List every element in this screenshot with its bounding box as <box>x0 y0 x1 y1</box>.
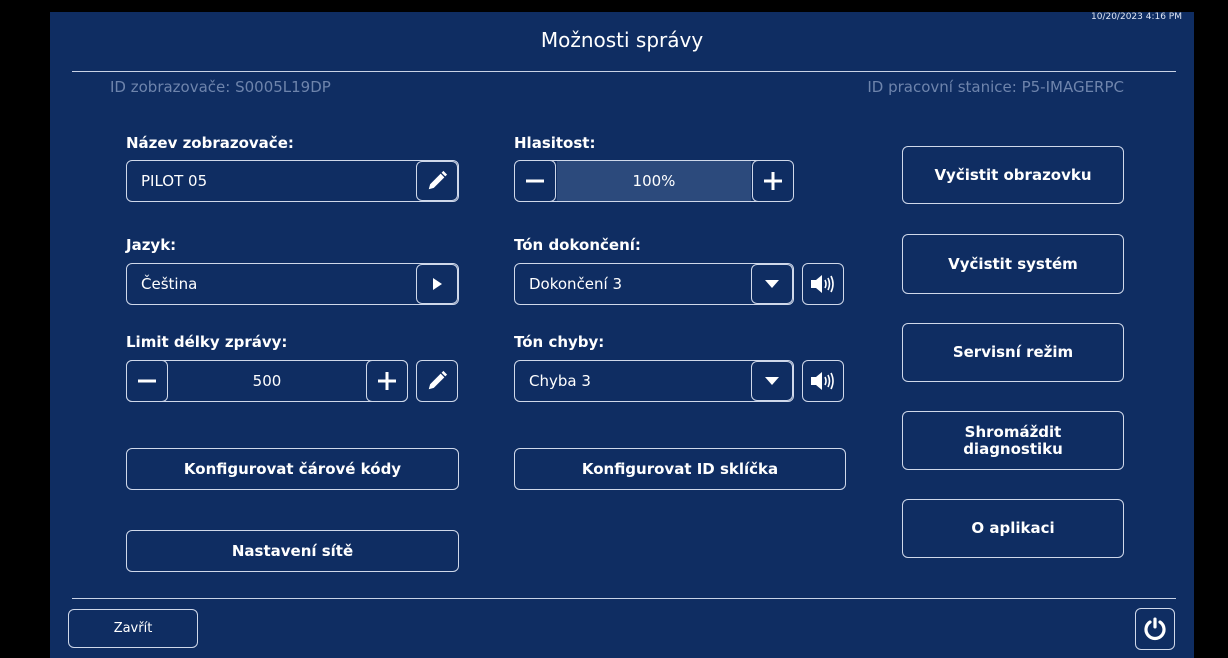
error-tone-play-button[interactable] <box>802 360 844 402</box>
viewer-name-label: Název zobrazovače: <box>126 134 294 152</box>
edit-viewer-name-button[interactable] <box>416 161 458 201</box>
completion-tone-value: Dokončení 3 <box>529 275 623 293</box>
edit-message-limit-button[interactable] <box>416 360 458 402</box>
dropdown-arrow-icon <box>764 376 780 386</box>
speaker-icon <box>810 370 836 392</box>
completion-tone-dropdown-button[interactable] <box>751 264 793 304</box>
speaker-icon <box>810 273 836 295</box>
timestamp: 10/20/2023 4:16 PM <box>1091 12 1182 22</box>
service-mode-button[interactable]: Servisní režim <box>902 323 1124 382</box>
error-tone-label: Tón chyby: <box>514 333 605 351</box>
plus-icon <box>763 171 783 191</box>
minus-icon <box>525 171 545 191</box>
workstation-id: ID pracovní stanice: P5-IMAGERPC <box>867 78 1124 96</box>
network-settings-button[interactable]: Nastavení sítě <box>126 530 459 572</box>
volume-label: Hlasitost: <box>514 134 596 152</box>
language-field[interactable]: Čeština <box>126 263 459 305</box>
viewer-name-value: PILOT 05 <box>141 172 208 190</box>
collect-diagnostics-button[interactable]: Shromáždit diagnostiku <box>902 411 1124 470</box>
volume-stepper[interactable]: 100% <box>514 160 794 202</box>
volume-value: 100% <box>557 161 751 201</box>
language-next-button[interactable] <box>416 264 458 304</box>
language-label: Jazyk: <box>126 236 177 254</box>
page-title: Možnosti správy <box>540 28 704 52</box>
error-tone-value: Chyba 3 <box>529 372 591 390</box>
message-limit-plus-button[interactable] <box>366 360 408 402</box>
pencil-icon <box>426 370 448 392</box>
top-divider <box>72 71 1176 72</box>
dropdown-arrow-icon <box>764 279 780 289</box>
message-limit-minus-button[interactable] <box>126 360 168 402</box>
bottom-divider <box>72 598 1176 599</box>
about-button[interactable]: O aplikaci <box>902 499 1124 558</box>
message-limit-stepper[interactable]: 500 <box>126 360 408 402</box>
completion-tone-label: Tón dokončení: <box>514 236 641 254</box>
configure-barcodes-button[interactable]: Konfigurovat čárové kódy <box>126 448 459 490</box>
play-icon <box>431 277 443 291</box>
close-button[interactable]: Zavřít <box>68 609 198 648</box>
viewer-name-field[interactable]: PILOT 05 <box>126 160 459 202</box>
message-limit-value: 500 <box>252 372 282 390</box>
plus-icon <box>377 371 397 391</box>
power-button[interactable] <box>1135 608 1175 650</box>
error-tone-dropdown-button[interactable] <box>751 361 793 401</box>
volume-plus-button[interactable] <box>752 161 793 201</box>
viewer-id: ID zobrazovače: S0005L19DP <box>110 78 331 96</box>
configure-slide-id-button[interactable]: Konfigurovat ID sklíčka <box>514 448 846 490</box>
power-icon <box>1142 616 1168 642</box>
admin-options-screen: 10/20/2023 4:16 PM Možnosti správy ID zo… <box>50 12 1194 658</box>
error-tone-select[interactable]: Chyba 3 <box>514 360 794 402</box>
clear-system-button[interactable]: Vyčistit systém <box>902 234 1124 294</box>
message-limit-label: Limit délky zprávy: <box>126 333 288 351</box>
completion-tone-select[interactable]: Dokončení 3 <box>514 263 794 305</box>
completion-tone-play-button[interactable] <box>802 263 844 305</box>
clear-screen-button[interactable]: Vyčistit obrazovku <box>902 146 1124 204</box>
language-value: Čeština <box>141 275 198 293</box>
pencil-icon <box>426 170 448 192</box>
minus-icon <box>137 371 157 391</box>
volume-minus-button[interactable] <box>515 161 556 201</box>
